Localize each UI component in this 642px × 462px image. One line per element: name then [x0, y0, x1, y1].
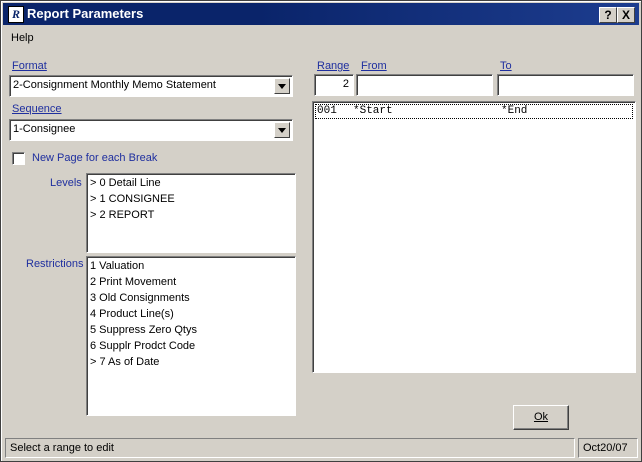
chevron-down-icon: [278, 84, 286, 89]
help-title-button[interactable]: ?: [599, 7, 617, 23]
sequence-value: 1-Consignee: [13, 123, 76, 135]
status-message-panel: Select a range to edit: [5, 438, 575, 458]
status-date-panel: Oct20/07: [578, 438, 638, 458]
restrictions-list[interactable]: 1 Valuation 2 Print Movement 3 Old Consi…: [86, 256, 296, 416]
range-row[interactable]: 001 *Start *End: [315, 104, 633, 119]
restrictions-item[interactable]: > 7 As of Date: [90, 356, 159, 368]
new-page-label[interactable]: New Page for each Break: [32, 152, 157, 164]
range-row-number: 001: [317, 105, 337, 117]
close-icon[interactable]: X: [617, 7, 635, 23]
sequence-label: Sequence: [12, 103, 62, 115]
chevron-down-icon: [278, 128, 286, 133]
ok-button[interactable]: Ok: [513, 405, 569, 430]
to-label: To: [500, 60, 512, 72]
restrictions-item[interactable]: 6 Supplr Prodct Code: [90, 340, 195, 352]
range-number-field[interactable]: 2: [314, 74, 354, 96]
restrictions-item[interactable]: 4 Product Line(s): [90, 308, 174, 320]
range-label: Range: [317, 60, 350, 72]
levels-item[interactable]: > 2 REPORT: [90, 209, 154, 221]
range-row-to: *End: [501, 105, 528, 117]
status-message: Select a range to edit: [10, 442, 114, 454]
restrictions-item[interactable]: 1 Valuation: [90, 260, 144, 272]
restrictions-label: Restrictions: [26, 258, 84, 270]
window-title: Report Parameters: [27, 6, 144, 21]
levels-item[interactable]: > 1 CONSIGNEE: [90, 193, 175, 205]
sequence-dropdown-button[interactable]: [274, 122, 290, 138]
range-list[interactable]: 001 *Start *End: [312, 101, 636, 373]
range-number-value: 2: [342, 78, 349, 90]
levels-label: Levels: [50, 177, 82, 189]
menu-help[interactable]: Help: [11, 32, 34, 44]
format-dropdown-button[interactable]: [274, 78, 290, 94]
report-app-icon: R: [8, 6, 24, 23]
range-from-field[interactable]: [356, 74, 493, 96]
sequence-dropdown[interactable]: 1-Consignee: [9, 119, 293, 141]
from-label: From: [361, 60, 387, 72]
status-date: Oct20/07: [583, 442, 628, 454]
levels-item[interactable]: > 0 Detail Line: [90, 177, 161, 189]
restrictions-item[interactable]: 3 Old Consignments: [90, 292, 190, 304]
format-value: 2-Consignment Monthly Memo Statement: [13, 79, 216, 91]
restrictions-item[interactable]: 5 Suppress Zero Qtys: [90, 324, 197, 336]
menu-bar: Help: [3, 27, 639, 47]
new-page-checkbox[interactable]: [12, 152, 25, 165]
report-parameters-window: R Report Parameters ? X Help Format 2-Co…: [0, 0, 642, 462]
range-row-from: *Start: [353, 105, 393, 117]
levels-list[interactable]: > 0 Detail Line > 1 CONSIGNEE > 2 REPORT: [86, 173, 296, 253]
range-to-field[interactable]: [497, 74, 634, 96]
format-dropdown[interactable]: 2-Consignment Monthly Memo Statement: [9, 75, 293, 97]
title-bar: R Report Parameters ? X: [3, 3, 639, 25]
restrictions-item[interactable]: 2 Print Movement: [90, 276, 176, 288]
ok-button-label: Ok: [533, 411, 549, 423]
format-label: Format: [12, 60, 47, 72]
